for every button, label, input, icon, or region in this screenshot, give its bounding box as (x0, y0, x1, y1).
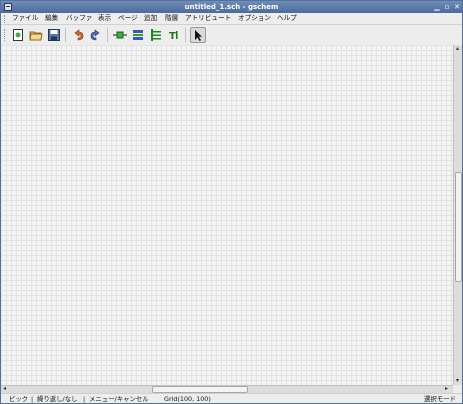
status-bar: ピック | 繰り返し/なし | メニュー/キャンセル Grid(100, 100… (1, 393, 462, 403)
status-right-mode: 選択モード (424, 395, 456, 403)
status-divider: | (31, 395, 34, 403)
vertical-scrollbar[interactable]: ▴ ▾ (453, 45, 462, 385)
window-title: untitled_1.sch - gschem (184, 3, 279, 11)
menu-help[interactable]: ヘルプ (277, 13, 297, 24)
horizontal-scroll-thumb[interactable] (152, 386, 248, 393)
toolbar-separator (185, 28, 186, 42)
schematic-canvas[interactable] (1, 45, 453, 385)
undo-icon[interactable] (71, 28, 85, 42)
add-text-icon[interactable]: T (167, 28, 181, 42)
minimize-icon[interactable]: ▁ (433, 3, 441, 11)
add-bus-icon[interactable] (149, 28, 163, 42)
menubar-grip (4, 15, 7, 23)
status-left-mode: ピック (9, 395, 29, 403)
menu-attributes[interactable]: アトリビュート (185, 13, 231, 24)
status-divider: | (83, 395, 86, 403)
status-menu-cancel: メニュー/キャンセル (89, 395, 149, 403)
toolbar-grip (4, 29, 7, 41)
menu-page[interactable]: ページ (118, 13, 138, 24)
menu-view[interactable]: 表示 (98, 13, 111, 24)
open-folder-icon[interactable] (29, 28, 43, 42)
save-icon[interactable] (47, 28, 61, 42)
menu-add[interactable]: 追加 (144, 13, 157, 24)
menu-edit[interactable]: 編集 (45, 13, 58, 24)
scroll-down-icon[interactable]: ▾ (456, 377, 459, 385)
menu-bar: ファイル 編集 バッファ 表示 ページ 追加 階層 アトリビュート オプション … (1, 13, 462, 25)
menu-hierarchy[interactable]: 階層 (165, 13, 178, 24)
scroll-up-icon[interactable]: ▴ (456, 45, 459, 53)
select-arrow-icon[interactable] (190, 27, 206, 43)
toolbar-separator (107, 28, 108, 42)
scroll-corner (453, 385, 462, 393)
toolbar-separator (65, 28, 66, 42)
status-repeat: 繰り返し/なし (37, 395, 78, 403)
application-window: untitled_1.sch - gschem ▁ ▫ ✕ ファイル 編集 バッ… (0, 0, 463, 404)
add-component-icon[interactable] (113, 28, 127, 42)
menu-file[interactable]: ファイル (12, 13, 38, 24)
scroll-left-icon[interactable]: ◂ (3, 385, 6, 393)
close-icon[interactable]: ✕ (453, 3, 461, 11)
scroll-right-icon[interactable]: ▸ (445, 385, 448, 393)
toolbar: T (1, 25, 462, 46)
status-grid: Grid(100, 100) (164, 395, 211, 403)
horizontal-scrollbar[interactable]: ◂ ▸ (1, 385, 453, 393)
title-bar[interactable]: untitled_1.sch - gschem ▁ ▫ ✕ (1, 1, 462, 13)
vertical-scroll-thumb[interactable] (455, 172, 462, 282)
svg-text:T: T (169, 31, 176, 42)
add-net-icon[interactable] (131, 28, 145, 42)
new-page-icon[interactable] (11, 28, 25, 42)
redo-icon[interactable] (89, 28, 103, 42)
menu-options[interactable]: オプション (238, 13, 271, 24)
maximize-icon[interactable]: ▫ (443, 3, 451, 11)
menu-buffer[interactable]: バッファ (66, 13, 92, 24)
